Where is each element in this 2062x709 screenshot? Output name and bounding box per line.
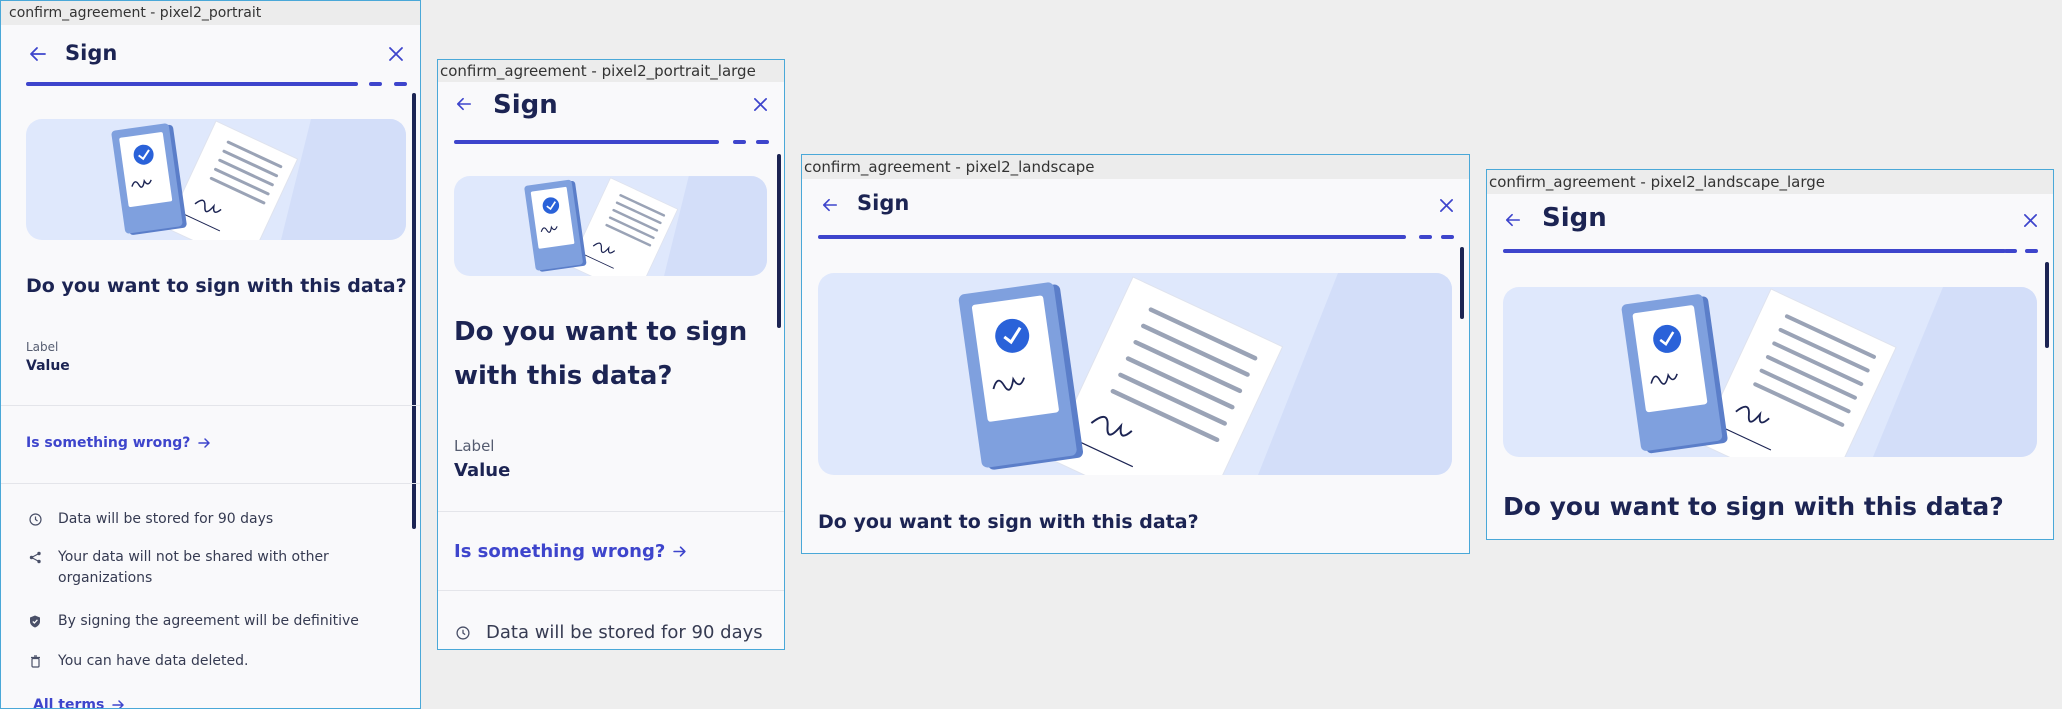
close-button[interactable] [748,92,772,116]
frame-portrait-large: confirm_agreement - pixel2_portrait_larg… [437,59,785,650]
something-wrong-link[interactable]: Is something wrong? [454,541,687,562]
screen: Sign [802,179,1469,553]
field-label: Label [454,437,495,455]
close-icon [753,97,767,111]
frame-landscape: confirm_agreement - pixel2_landscape Sig… [801,154,1470,554]
divider [1,405,420,406]
question-heading: Do you want to sign with this data? [1503,492,2004,521]
screen: Sign [1,25,420,708]
frame-label: confirm_agreement - pixel2_portrait [1,1,420,25]
progress-step [756,140,769,144]
something-wrong-link[interactable]: Is something wrong? [26,435,211,451]
close-icon [1439,198,1453,212]
close-icon [389,47,403,61]
field-value: Value [26,358,70,374]
info-row: Your data will not be shared with other … [26,547,366,589]
arrow-right-icon [673,546,686,557]
divider [438,511,784,512]
back-button[interactable] [1501,208,1525,232]
frame-landscape-large: confirm_agreement - pixel2_landscape_lar… [1486,169,2054,540]
field-value: Value [454,460,511,481]
hero-illustration [1503,287,2037,457]
scrollbar[interactable] [1460,247,1464,319]
progress-step [2004,249,2017,253]
frame-label: confirm_agreement - pixel2_landscape [802,155,1469,179]
info-row: Data will be stored for 90 days [454,619,774,646]
document-sign-illustration [524,176,767,276]
divider [1,483,420,484]
arrow-left-icon [1505,213,1521,227]
clock-icon [26,509,44,529]
page-title: Sign [65,41,118,65]
question-heading: Do you want to sign with this data? [818,511,1199,533]
hero-illustration [454,176,767,276]
close-icon [2023,213,2037,227]
progress-bar [1503,249,2006,253]
arrow-right-icon [112,700,125,708]
back-button[interactable] [818,193,842,217]
info-text: Your data will not be shared with other … [58,549,329,586]
scrollbar[interactable] [412,93,416,529]
progress-step [733,140,746,144]
document-sign-illustration [1621,287,2037,457]
close-button[interactable] [1434,193,1458,217]
frame-label: confirm_agreement - pixel2_landscape_lar… [1487,170,2053,194]
info-row: By signing the agreement will be definit… [26,611,386,632]
hero-illustration [818,273,1452,475]
progress-step [1441,235,1454,239]
page-title: Sign [1542,203,1607,233]
question-heading: Do you want to sign with this data? [26,275,407,297]
progress-step [1419,235,1432,239]
screen: Sign [1487,194,2053,539]
hero-illustration [26,119,406,240]
screen: Sign [438,82,784,649]
progress-step [2025,249,2038,253]
page-title: Sign [493,90,558,120]
arrow-left-icon [456,97,472,111]
all-terms-label: All terms [33,697,105,708]
scrollbar[interactable] [2045,262,2049,348]
page-title: Sign [857,191,910,215]
document-sign-illustration [958,273,1452,475]
scrollbar[interactable] [777,154,781,328]
frame-portrait: confirm_agreement - pixel2_portrait Sign [0,0,421,709]
close-button[interactable] [2018,208,2042,232]
progress-step [369,82,382,86]
share-icon [26,547,44,567]
info-text: You can have data deleted. [58,653,249,669]
info-text: Data will be stored for 90 days [58,511,274,527]
progress-bar [454,140,719,144]
back-button[interactable] [25,41,51,67]
progress-bar [26,82,358,86]
info-row: Data will be stored for 90 days [26,509,386,530]
arrow-left-icon [822,198,838,212]
trash-icon [26,651,44,671]
info-text: By signing the agreement will be definit… [58,613,359,629]
back-button[interactable] [452,92,476,116]
progress-bar [818,235,1406,239]
info-text: Data will be stored for 90 days [486,622,763,643]
divider [438,590,784,591]
clock-icon [454,619,472,646]
arrow-right-icon [198,438,211,448]
close-button[interactable] [383,41,409,67]
document-sign-illustration [111,119,406,240]
something-wrong-label: Is something wrong? [454,541,666,562]
field-label: Label [26,340,59,354]
question-heading: Do you want to sign with this data? [454,317,748,391]
all-terms-link[interactable]: All terms [33,697,125,708]
shield-icon [26,611,44,631]
frame-label: confirm_agreement - pixel2_portrait_larg… [438,60,784,82]
arrow-left-icon [30,47,46,61]
info-row: You can have data deleted. [26,651,386,672]
progress-step [394,82,407,86]
something-wrong-label: Is something wrong? [26,435,191,451]
